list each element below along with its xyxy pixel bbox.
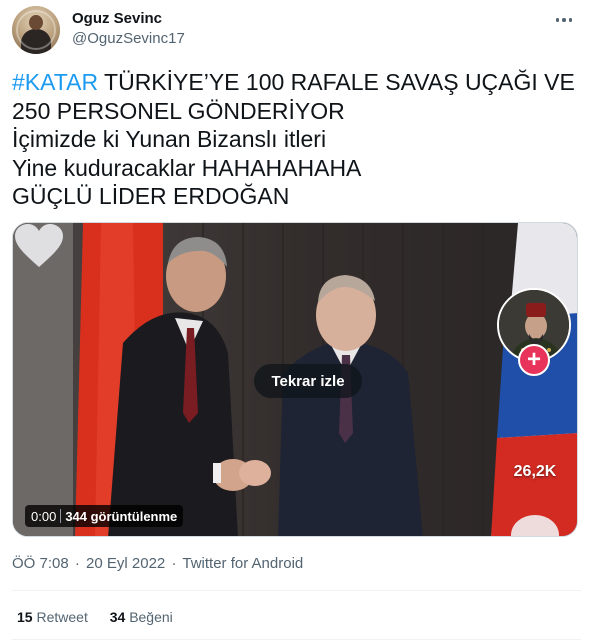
video-time: 0:00 xyxy=(31,508,57,524)
engagement-stats: 15 Retweet 34 Beğeni xyxy=(17,609,191,625)
user-handle[interactable]: @OguzSevinc17 xyxy=(72,30,185,47)
likes-count: 34 xyxy=(109,609,126,625)
meta-separator: · xyxy=(171,555,177,572)
tweet-time[interactable]: ÖÖ 7:08 xyxy=(12,555,69,572)
meta-separator: · xyxy=(74,555,80,572)
more-icon[interactable] xyxy=(551,10,577,30)
video-player[interactable]: + 26,2K Tekrar izle 0:00 344 görüntülenm… xyxy=(12,222,578,537)
tiktok-like-count: 26,2K xyxy=(513,463,557,480)
replay-button[interactable]: Tekrar izle xyxy=(254,364,362,398)
badge-divider xyxy=(60,509,62,523)
tweet-line-1: TÜRKİYE’YE 100 RAFALE SAVAŞ UÇAĞI VE xyxy=(98,69,575,95)
heart-icon[interactable] xyxy=(13,223,65,269)
tweet-line-3: İçimizde ki Yunan Bizanslı itleri xyxy=(12,126,327,152)
tweet-header: Oguz Sevinc @OguzSevinc17 xyxy=(12,6,581,54)
likes-label: Beğeni xyxy=(129,609,173,625)
retweets-stat[interactable]: 15 Retweet xyxy=(17,609,88,625)
tweet-line-4: Yine kuduracaklar HAHAHAHAHA xyxy=(12,154,362,181)
divider xyxy=(12,590,581,591)
tweet-meta: ÖÖ 7:08 · 20 Eyl 2022 · Twitter for Andr… xyxy=(12,555,305,572)
likes-stat[interactable]: 34 Beğeni xyxy=(110,609,173,625)
tweet-line-2: 250 PERSONEL GÖNDERİYOR xyxy=(12,97,345,124)
video-time-badge: 0:00 344 görüntülenme xyxy=(25,505,184,527)
display-name[interactable]: Oguz Sevinc xyxy=(72,10,162,27)
retweets-label: Retweet xyxy=(36,609,88,625)
tweet-source[interactable]: Twitter for Android xyxy=(182,555,303,572)
view-count: 344 görüntülenme xyxy=(65,508,178,524)
hashtag-link[interactable]: #KATAR xyxy=(12,69,98,95)
tweet-line-5: GÜÇLÜ LİDER ERDOĞAN xyxy=(12,183,290,209)
tweet-text: #KATAR TÜRKİYE’YE 100 RAFALE SAVAŞ UÇAĞI… xyxy=(12,68,582,211)
tweet-date[interactable]: 20 Eyl 2022 xyxy=(86,555,165,572)
plus-icon[interactable]: + xyxy=(518,344,550,376)
retweets-count: 15 xyxy=(17,609,33,625)
user-avatar[interactable] xyxy=(12,6,60,54)
